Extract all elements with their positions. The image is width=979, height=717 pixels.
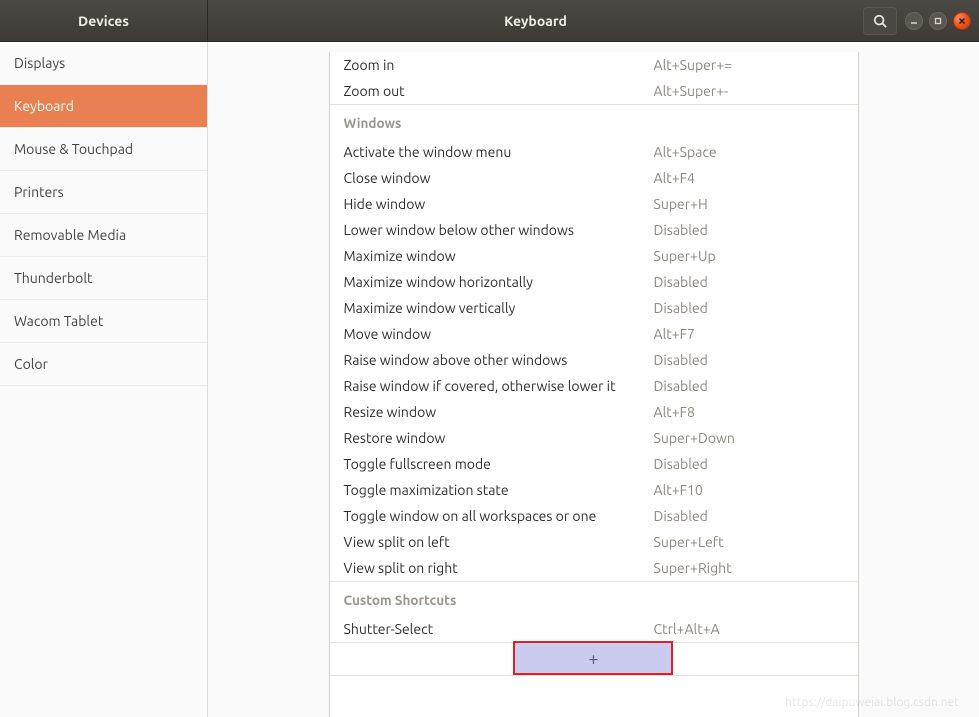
shortcut-value: Alt+F10: [654, 482, 844, 498]
shortcut-label: View split on left: [344, 534, 654, 550]
shortcut-label: Raise window if covered, otherwise lower…: [344, 378, 654, 394]
minimize-icon: [910, 17, 918, 25]
sidebar-item-label: Removable Media: [14, 227, 126, 243]
shortcut-row[interactable]: Move windowAlt+F7: [330, 321, 858, 347]
sidebar-item-label: Keyboard: [14, 98, 74, 114]
sidebar-item-keyboard[interactable]: Keyboard: [0, 85, 207, 128]
sidebar-item-label: Printers: [14, 184, 64, 200]
section-heading: Windows: [330, 104, 858, 139]
sidebar-item-printers[interactable]: Printers: [0, 171, 207, 214]
page-title: Keyboard: [504, 13, 567, 29]
sidebar-item-displays[interactable]: Displays: [0, 42, 207, 85]
sidebar-item-label: Mouse & Touchpad: [14, 141, 133, 157]
maximize-button[interactable]: [929, 12, 947, 30]
shortcut-value: Disabled: [654, 508, 844, 524]
shortcut-row[interactable]: Close windowAlt+F4: [330, 165, 858, 191]
shortcut-label: Hide window: [344, 196, 654, 212]
annotation-highlight: [513, 641, 673, 675]
header-page-title: Keyboard: [208, 13, 863, 29]
shortcut-label: Shutter-Select: [344, 621, 654, 637]
devices-label: Devices: [78, 13, 129, 29]
shortcut-row[interactable]: Raise window if covered, otherwise lower…: [330, 373, 858, 399]
shortcut-row[interactable]: Lower window below other windowsDisabled: [330, 217, 858, 243]
shortcut-row[interactable]: Zoom inAlt+Super+=: [330, 52, 858, 78]
sidebar-item-removable-media[interactable]: Removable Media: [0, 214, 207, 257]
shortcut-value: Super+Down: [654, 430, 844, 446]
shortcut-row[interactable]: View split on rightSuper+Right: [330, 555, 858, 581]
shortcut-label: Zoom in: [344, 57, 654, 73]
shortcut-label: Activate the window menu: [344, 144, 654, 160]
search-button[interactable]: [863, 7, 897, 35]
shortcut-value: Alt+F7: [654, 326, 844, 342]
shortcut-value: Alt+F4: [654, 170, 844, 186]
search-icon: [873, 14, 887, 28]
shortcut-value: Super+Right: [654, 560, 844, 576]
shortcut-value: Disabled: [654, 456, 844, 472]
shortcut-value: Disabled: [654, 352, 844, 368]
close-button[interactable]: [953, 12, 971, 30]
sidebar-item-wacom-tablet[interactable]: Wacom Tablet: [0, 300, 207, 343]
shortcut-value: Alt+Space: [654, 144, 844, 160]
shortcut-label: Zoom out: [344, 83, 654, 99]
shortcut-label: Restore window: [344, 430, 654, 446]
shortcut-row[interactable]: Activate the window menuAlt+Space: [330, 139, 858, 165]
shortcut-row[interactable]: Maximize windowSuper+Up: [330, 243, 858, 269]
shortcut-row[interactable]: Zoom outAlt+Super+-: [330, 78, 858, 104]
shortcut-row[interactable]: Shutter-SelectCtrl+Alt+A: [330, 616, 858, 642]
shortcut-value: Super+H: [654, 196, 844, 212]
shortcut-value: Ctrl+Alt+A: [654, 621, 844, 637]
sidebar-item-label: Wacom Tablet: [14, 313, 103, 329]
shortcuts-panel: Zoom inAlt+Super+=Zoom outAlt+Super+-Win…: [329, 52, 859, 717]
section-heading: Custom Shortcuts: [330, 581, 858, 616]
shortcut-row[interactable]: View split on leftSuper+Left: [330, 529, 858, 555]
sidebar-item-color[interactable]: Color: [0, 343, 207, 386]
shortcut-row[interactable]: Toggle window on all workspaces or oneDi…: [330, 503, 858, 529]
shortcut-label: Maximize window vertically: [344, 300, 654, 316]
shortcut-value: Super+Up: [654, 248, 844, 264]
maximize-icon: [934, 17, 942, 25]
shortcut-label: Move window: [344, 326, 654, 342]
shortcut-row[interactable]: Raise window above other windowsDisabled: [330, 347, 858, 373]
shortcut-label: Toggle window on all workspaces or one: [344, 508, 654, 524]
titlebar: Devices Keyboard: [0, 0, 979, 42]
shortcut-value: Disabled: [654, 274, 844, 290]
shortcut-label: Lower window below other windows: [344, 222, 654, 238]
minimize-button[interactable]: [905, 12, 923, 30]
shortcut-row[interactable]: Restore windowSuper+Down: [330, 425, 858, 451]
shortcut-row[interactable]: Maximize window verticallyDisabled: [330, 295, 858, 321]
sidebar-item-label: Displays: [14, 55, 65, 71]
sidebar-item-thunderbolt[interactable]: Thunderbolt: [0, 257, 207, 300]
shortcut-label: View split on right: [344, 560, 654, 576]
shortcut-value: Alt+F8: [654, 404, 844, 420]
shortcut-value: Disabled: [654, 378, 844, 394]
window-controls: [905, 12, 971, 30]
shortcut-row[interactable]: Toggle maximization stateAlt+F10: [330, 477, 858, 503]
sidebar-item-label: Color: [14, 356, 48, 372]
sidebar: Displays Keyboard Mouse & Touchpad Printers…: [0, 42, 208, 717]
shortcut-label: Maximize window: [344, 248, 654, 264]
shortcut-row[interactable]: Hide windowSuper+H: [330, 191, 858, 217]
content-area: Zoom inAlt+Super+=Zoom outAlt+Super+-Win…: [208, 42, 979, 717]
shortcut-value: Alt+Super+=: [654, 57, 844, 73]
shortcut-label: Raise window above other windows: [344, 352, 654, 368]
shortcut-value: Disabled: [654, 222, 844, 238]
add-shortcut-button[interactable]: +: [330, 642, 858, 676]
watermark: https://daipuweiai.blog.csdn.net: [785, 696, 959, 709]
shortcut-value: Super+Left: [654, 534, 844, 550]
shortcut-label: Toggle fullscreen mode: [344, 456, 654, 472]
shortcut-value: Disabled: [654, 300, 844, 316]
shortcut-row[interactable]: Maximize window horizontallyDisabled: [330, 269, 858, 295]
shortcut-label: Toggle maximization state: [344, 482, 654, 498]
sidebar-item-label: Thunderbolt: [14, 270, 93, 286]
close-icon: [958, 17, 966, 25]
sidebar-item-mouse-touchpad[interactable]: Mouse & Touchpad: [0, 128, 207, 171]
shortcut-row[interactable]: Toggle fullscreen modeDisabled: [330, 451, 858, 477]
shortcut-row[interactable]: Resize windowAlt+F8: [330, 399, 858, 425]
shortcut-label: Close window: [344, 170, 654, 186]
shortcut-label: Maximize window horizontally: [344, 274, 654, 290]
shortcut-value: Alt+Super+-: [654, 83, 844, 99]
shortcut-label: Resize window: [344, 404, 654, 420]
header-section-title: Devices: [0, 0, 208, 41]
